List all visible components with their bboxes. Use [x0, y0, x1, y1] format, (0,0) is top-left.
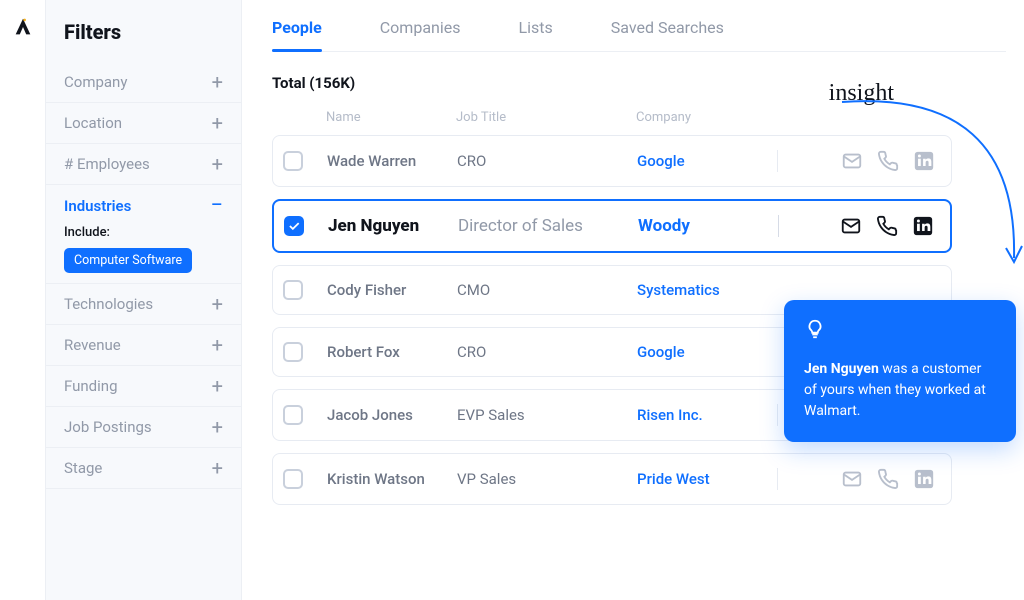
row-checkbox[interactable] [284, 216, 304, 236]
phone-icon[interactable] [876, 215, 898, 237]
table-header: Name Job Title Company [272, 110, 952, 135]
insight-handwritten-label: insight [829, 80, 894, 107]
tabs: People Companies Lists Saved Searches [272, 0, 1006, 52]
plus-icon: + [212, 113, 223, 133]
col-name: Name [326, 110, 456, 125]
cell-company[interactable]: Woody [638, 216, 778, 236]
row-checkbox[interactable] [283, 151, 303, 171]
cell-job: EVP Sales [457, 406, 637, 424]
insight-card: Jen Nguyen was a customer of yours when … [784, 300, 1016, 442]
row-checkbox[interactable] [283, 280, 303, 300]
cell-job: Director of Sales [458, 216, 638, 236]
cell-name: Cody Fisher [327, 281, 457, 299]
linkedin-icon[interactable] [913, 468, 935, 490]
linkedin-icon[interactable] [913, 150, 935, 172]
cell-name: Kristin Watson [327, 470, 457, 488]
col-company: Company [636, 110, 934, 125]
row-checkbox[interactable] [283, 469, 303, 489]
cell-name: Robert Fox [327, 343, 457, 361]
table-row[interactable]: Jen Nguyen Director of Sales Woody [272, 199, 952, 253]
filter-location[interactable]: Location + [46, 103, 241, 144]
filter-company[interactable]: Company + [46, 62, 241, 103]
cell-company[interactable]: Pride West [637, 470, 777, 488]
cell-company[interactable]: Google [637, 152, 777, 170]
col-job: Job Title [456, 110, 636, 125]
phone-icon[interactable] [877, 468, 899, 490]
plus-icon: + [212, 458, 223, 478]
logo-icon [12, 16, 34, 38]
email-icon[interactable] [840, 215, 862, 237]
total-count: Total (156K) [272, 52, 1006, 110]
filter-funding[interactable]: Funding + [46, 366, 241, 407]
main-content: People Companies Lists Saved Searches To… [242, 0, 1024, 600]
lightbulb-icon [804, 318, 996, 347]
left-rail [0, 0, 46, 600]
tab-saved-searches[interactable]: Saved Searches [611, 18, 724, 51]
cell-job: CRO [457, 152, 637, 170]
cell-name: Wade Warren [327, 152, 457, 170]
email-icon[interactable] [841, 468, 863, 490]
filter-revenue[interactable]: Revenue + [46, 325, 241, 366]
cell-job: CRO [457, 343, 637, 361]
plus-icon: + [212, 335, 223, 355]
insight-text: Jen Nguyen was a customer of yours when … [804, 359, 996, 422]
plus-icon: + [212, 294, 223, 314]
filter-technologies[interactable]: Technologies + [46, 284, 241, 325]
linkedin-icon[interactable] [912, 215, 934, 237]
filters-sidebar: Filters Company + Location + # Employees… [46, 0, 242, 600]
plus-icon: + [212, 417, 223, 437]
cell-job: CMO [457, 281, 637, 299]
minus-icon: − [210, 195, 223, 217]
plus-icon: + [212, 154, 223, 174]
cell-company[interactable]: Systematics [637, 281, 777, 299]
plus-icon: + [212, 376, 223, 396]
filter-job-postings[interactable]: Job Postings + [46, 407, 241, 448]
email-icon[interactable] [841, 150, 863, 172]
row-checkbox[interactable] [283, 342, 303, 362]
filter-chip[interactable]: Computer Software [64, 248, 192, 273]
tab-companies[interactable]: Companies [380, 18, 461, 51]
filters-title: Filters [46, 20, 241, 62]
include-label: Include: [64, 225, 223, 240]
cell-job: VP Sales [457, 470, 637, 488]
cell-name: Jacob Jones [327, 406, 457, 424]
cell-company[interactable]: Risen Inc. [637, 406, 777, 424]
row-checkbox[interactable] [283, 405, 303, 425]
cell-company[interactable]: Google [637, 343, 777, 361]
plus-icon: + [212, 72, 223, 92]
table-row[interactable]: Wade Warren CRO Google [272, 135, 952, 187]
filter-employees[interactable]: # Employees + [46, 144, 241, 185]
filter-stage[interactable]: Stage + [46, 448, 241, 489]
tab-people[interactable]: People [272, 18, 322, 51]
table-row[interactable]: Kristin Watson VP Sales Pride West [272, 453, 952, 505]
phone-icon[interactable] [877, 150, 899, 172]
tab-lists[interactable]: Lists [519, 18, 553, 51]
cell-name: Jen Nguyen [328, 216, 458, 236]
filter-industries[interactable]: Industries − Include: Computer Software [46, 185, 241, 284]
